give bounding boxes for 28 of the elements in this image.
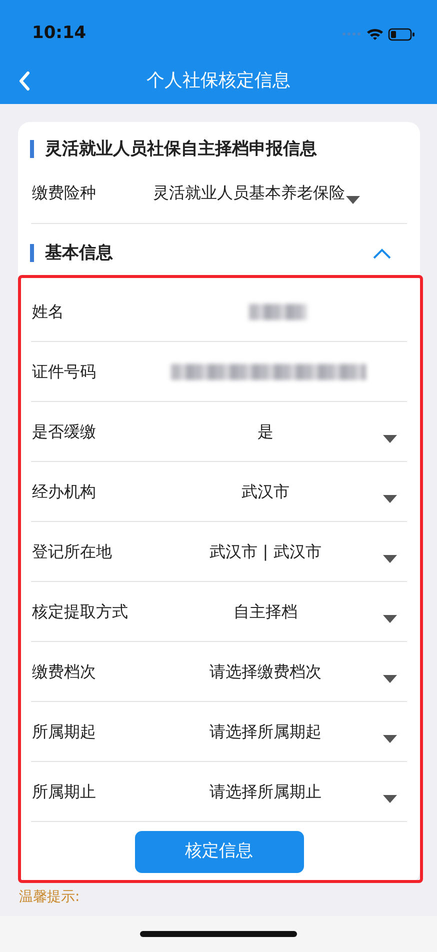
caret-icon: [345, 195, 361, 206]
select-field[interactable]: 缴费档次 请选择缴费档次: [31, 642, 407, 702]
page-title: 个人社保核定信息: [146, 68, 290, 92]
caret-icon: [382, 674, 398, 684]
caret-icon: [382, 614, 398, 624]
section-heading: 基本信息: [30, 244, 113, 262]
wifi-icon: [366, 27, 384, 41]
signal-icon: [342, 32, 362, 36]
select-field[interactable]: 是否缓缴 是: [31, 402, 407, 462]
select-field[interactable]: 登记所在地 武汉市 | 武汉市: [31, 522, 407, 582]
caret-icon: [382, 434, 398, 444]
field-label: 证件号码: [31, 360, 97, 382]
status-time: 10:14: [32, 22, 86, 46]
select-field[interactable]: 核定提取方式 自主择档: [31, 582, 407, 642]
tip-text: 温馨提示:: [18, 889, 81, 906]
select-field[interactable]: 所属期止 请选择所属期止: [31, 762, 407, 822]
caret-icon: [382, 494, 398, 504]
battery-icon: [388, 28, 415, 40]
redacted-value: [249, 304, 307, 320]
submit-button[interactable]: 核定信息: [134, 831, 304, 873]
field-label: 姓名: [31, 300, 65, 322]
caret-icon: [382, 734, 398, 744]
select-field[interactable]: 经办机构 武汉市: [31, 462, 407, 522]
insurance-type-select[interactable]: 缴费险种 灵活就业人员基本养老保险: [31, 162, 407, 224]
select-field[interactable]: 所属期起 请选择所属期起: [31, 702, 407, 762]
caret-icon: [382, 554, 398, 564]
section-heading: 灵活就业人员社保自主择档申报信息: [30, 140, 408, 158]
caret-icon: [382, 794, 398, 804]
